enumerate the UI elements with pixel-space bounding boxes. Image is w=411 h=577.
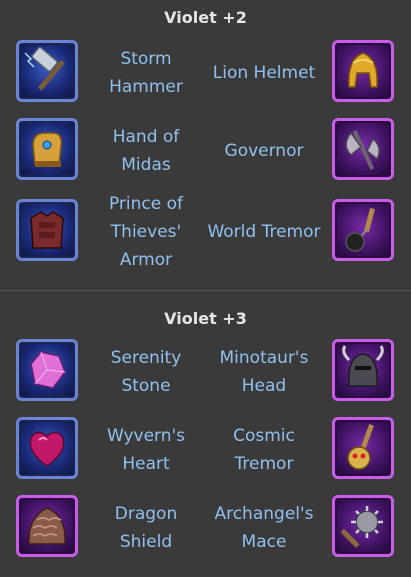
label-line: Minotaur's — [219, 348, 309, 368]
skull-mace-icon[interactable] — [332, 417, 394, 479]
storm-hammer-icon[interactable] — [16, 40, 78, 102]
section-title: Violet +2 — [164, 8, 247, 27]
item-name-wyverns-heart[interactable]: Wyvern's Heart — [90, 422, 202, 478]
label-line: Shield — [119, 532, 173, 552]
label-line: Archangel's — [214, 504, 314, 524]
label-line: Cosmic — [233, 426, 295, 446]
gauntlet-icon[interactable] — [16, 118, 78, 180]
item-name-minotaurs-head[interactable]: Minotaur's Head — [204, 344, 324, 400]
spiked-mace-icon[interactable] — [332, 495, 394, 557]
flail-icon[interactable] — [332, 199, 394, 261]
section-violet-3: Violet +3 Serenity Stone Minotaur's Head… — [0, 291, 411, 577]
label-line: Wyvern's — [106, 426, 186, 446]
label-line: Prince of — [108, 194, 184, 214]
label-line: Armor — [119, 250, 173, 270]
item-name-prince-of-thieves-armor[interactable]: Prince of Thieves' Armor — [90, 190, 202, 274]
label-line: Dragon — [114, 504, 178, 524]
label-line: Tremor — [234, 454, 294, 474]
label-line: Governor — [224, 141, 304, 161]
label-line: Thieves' — [110, 222, 182, 242]
item-name-cosmic-tremor[interactable]: Cosmic Tremor — [204, 422, 324, 478]
item-name-archangels-mace[interactable]: Archangel's Mace — [204, 500, 324, 556]
item-name-world-tremor[interactable]: World Tremor — [204, 218, 324, 246]
armor-icon[interactable] — [16, 199, 78, 261]
gem-icon[interactable] — [16, 339, 78, 401]
label-line: Mace — [241, 532, 287, 552]
label-line: Hammer — [109, 77, 183, 97]
item-name-lion-helmet[interactable]: Lion Helmet — [204, 59, 324, 87]
label-line: Stone — [121, 376, 171, 396]
label-line: Serenity — [110, 348, 182, 368]
minotaur-helmet-icon[interactable] — [332, 339, 394, 401]
heart-gem-icon[interactable] — [16, 417, 78, 479]
label-line: Storm — [120, 49, 172, 69]
item-name-serenity-stone[interactable]: Serenity Stone — [90, 344, 202, 400]
battle-axe-icon[interactable] — [332, 118, 394, 180]
label-line: Hand of — [112, 127, 180, 147]
scale-shield-icon[interactable] — [16, 495, 78, 557]
label-line: Head — [241, 376, 287, 396]
item-name-storm-hammer[interactable]: Storm Hammer — [90, 45, 202, 101]
item-name-dragon-shield[interactable]: Dragon Shield — [90, 500, 202, 556]
lion-helmet-icon[interactable] — [332, 40, 394, 102]
label-line: Midas — [121, 155, 171, 175]
label-line: World Tremor — [207, 222, 321, 242]
item-name-governor[interactable]: Governor — [204, 137, 324, 165]
label-line: Heart — [122, 454, 170, 474]
label-line: Lion Helmet — [212, 63, 316, 83]
section-title: Violet +3 — [164, 309, 247, 328]
section-violet-2: Violet +2 Storm Hammer Lion Helmet Hand … — [0, 0, 411, 290]
item-name-hand-of-midas[interactable]: Hand of Midas — [90, 123, 202, 179]
